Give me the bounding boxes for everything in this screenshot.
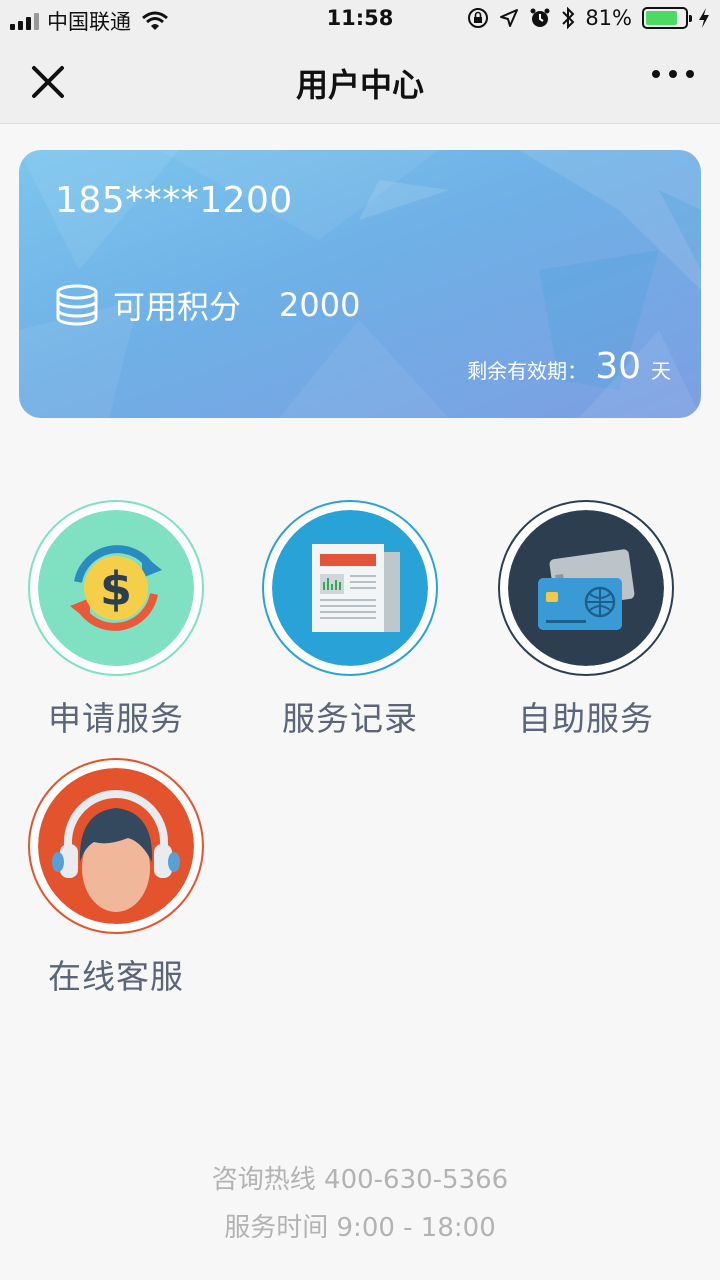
battery-percent: 81% (585, 6, 632, 30)
service-apply[interactable]: $ 申请服务 (16, 500, 216, 740)
service-records-ring (262, 500, 438, 676)
member-phone: 185****1200 (55, 180, 293, 221)
battery-fill (646, 11, 677, 25)
status-right: 81% (467, 6, 710, 30)
service-records-label: 服务记录 (282, 699, 418, 738)
service-self[interactable]: 自助服务 (486, 500, 686, 740)
validity-days: 30 (595, 346, 641, 387)
points-label: 可用积分 (113, 288, 242, 326)
bluetooth-icon (562, 6, 575, 30)
service-online-support-ring (28, 758, 204, 934)
points-row: 可用积分 2000 (55, 282, 360, 328)
service-apply-label: 申请服务 (48, 699, 184, 738)
bank-card-icon (508, 510, 664, 666)
points-value: 2000 (279, 286, 361, 324)
svg-text:$: $ (100, 562, 132, 616)
more-icon[interactable] (652, 70, 694, 78)
coins-icon (56, 284, 98, 326)
dollar-exchange-icon: $ (38, 510, 194, 666)
service-online-support[interactable]: 在线客服 (16, 758, 216, 998)
validity-row: 剩余有效期： 30 天 (467, 346, 671, 387)
location-icon (500, 9, 519, 27)
alarm-icon (530, 8, 550, 27)
nav-bar: 用户中心 (0, 40, 720, 124)
service-records[interactable]: 服务记录 (250, 500, 450, 740)
service-apply-ring: $ (28, 500, 204, 676)
validity-label: 剩余有效期： (467, 359, 588, 383)
user-center-page: 中国联通 11:58 81% 用户中心 185****1200 可用积分 200… (0, 0, 720, 1280)
battery-icon (642, 7, 692, 29)
service-online-support-label: 在线客服 (48, 957, 184, 996)
charging-icon (699, 8, 709, 28)
footer: 咨询热线 400-630-5366 服务时间 9:00 - 18:00 (0, 1160, 720, 1256)
newspaper-icon (272, 510, 428, 666)
orientation-lock-icon (468, 8, 489, 28)
headset-agent-icon (38, 768, 194, 924)
member-card: 185****1200 可用积分 2000 剩余有效期： 30 天 (19, 150, 701, 418)
footer-hours: 服务时间 9:00 - 18:00 (224, 1213, 496, 1243)
validity-unit: 天 (651, 359, 671, 383)
service-self-label: 自助服务 (518, 699, 654, 738)
service-self-ring (498, 500, 674, 676)
page-title: 用户中心 (295, 66, 424, 104)
status-bar: 中国联通 11:58 81% (0, 0, 720, 40)
footer-hotline: 咨询热线 400-630-5366 (211, 1165, 509, 1195)
